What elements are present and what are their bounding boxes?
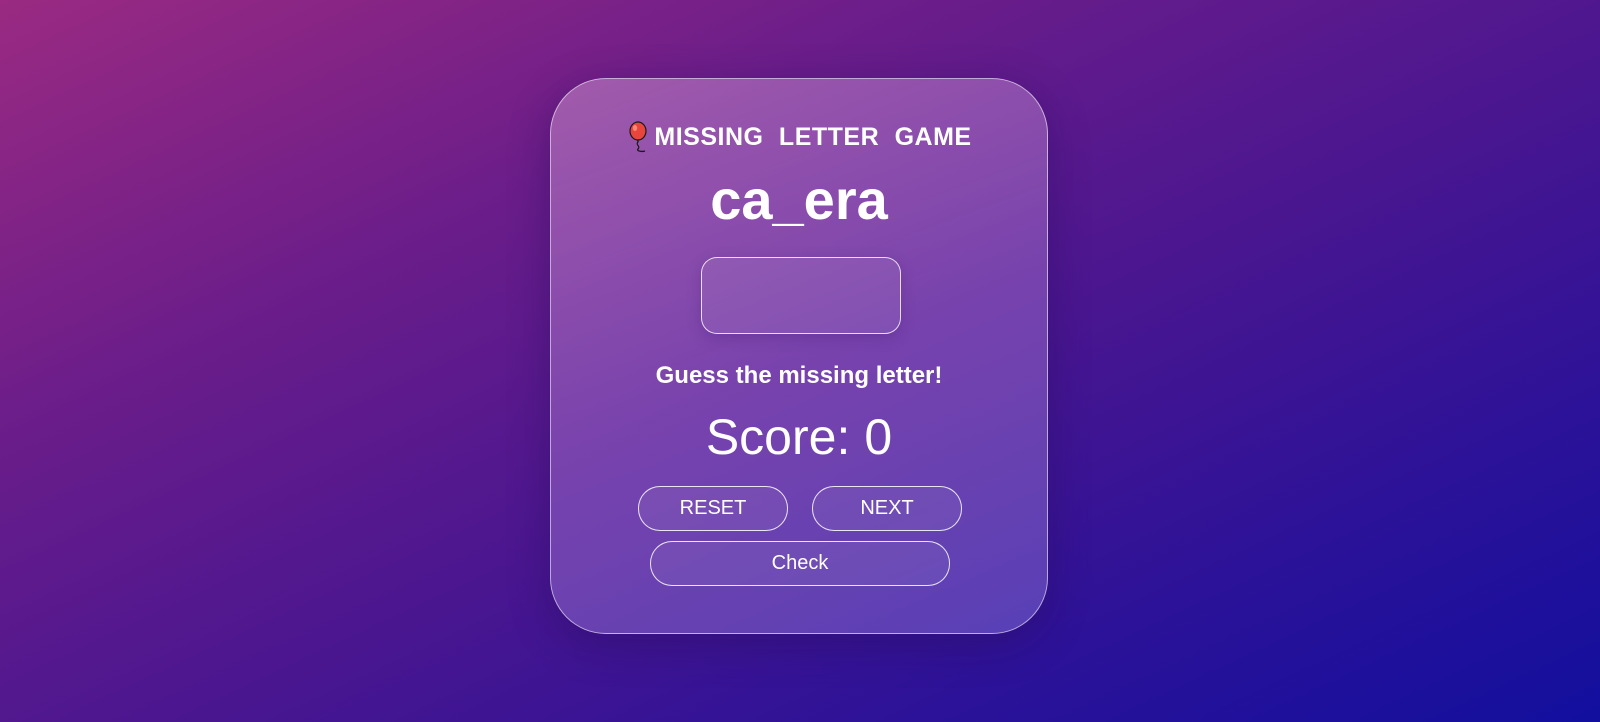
score-value: 0 bbox=[864, 409, 893, 465]
puzzle-word: ca_era bbox=[710, 168, 888, 231]
score-display: Score: 0 bbox=[551, 407, 1047, 467]
status-message: Guess the missing letter! bbox=[655, 362, 943, 389]
next-button[interactable]: NEXT bbox=[812, 486, 962, 531]
score-label: Score: bbox=[705, 409, 851, 465]
check-button[interactable]: Check bbox=[650, 541, 950, 586]
title-text: MISSING LETTER GAME bbox=[654, 122, 972, 151]
game-title: MISSING LETTER GAME bbox=[551, 121, 1047, 153]
reset-button[interactable]: RESET bbox=[638, 486, 788, 531]
balloon-icon bbox=[626, 121, 652, 153]
game-card: MISSING LETTER GAME ca_era Guess the mis… bbox=[550, 78, 1048, 634]
answer-input[interactable] bbox=[701, 257, 901, 334]
